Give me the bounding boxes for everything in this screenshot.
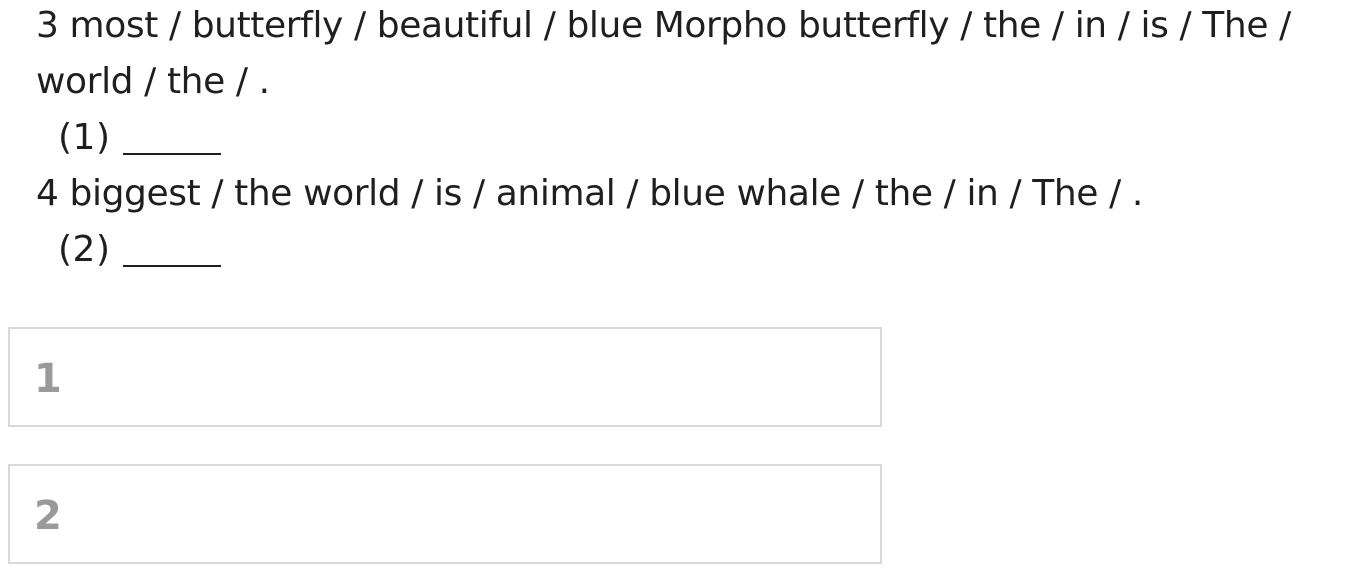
blank-underline-2 [122,229,221,267]
blank-label-1: (1) [58,117,111,158]
question-4-blank: (2) [36,222,1356,278]
answer-input-2[interactable]: 2 [8,464,882,564]
question-3-blank: (1) [36,110,1356,166]
blank-underline-1 [122,117,221,155]
question-3-text-line-1: 3 most / butterfly / beautiful / blue Mo… [36,5,1291,46]
question-list: 3 most / butterfly / beautiful / blue Mo… [36,0,1356,278]
question-3-text-line-2: world / the / . [36,61,270,102]
question-4-text-line-1: 4 biggest / the world / is / animal / bl… [36,173,1143,214]
answer-input-1[interactable]: 1 [8,327,882,427]
answer-number-2: 2 [34,493,62,539]
answer-number-1: 1 [34,356,62,402]
blank-label-2: (2) [58,229,111,270]
